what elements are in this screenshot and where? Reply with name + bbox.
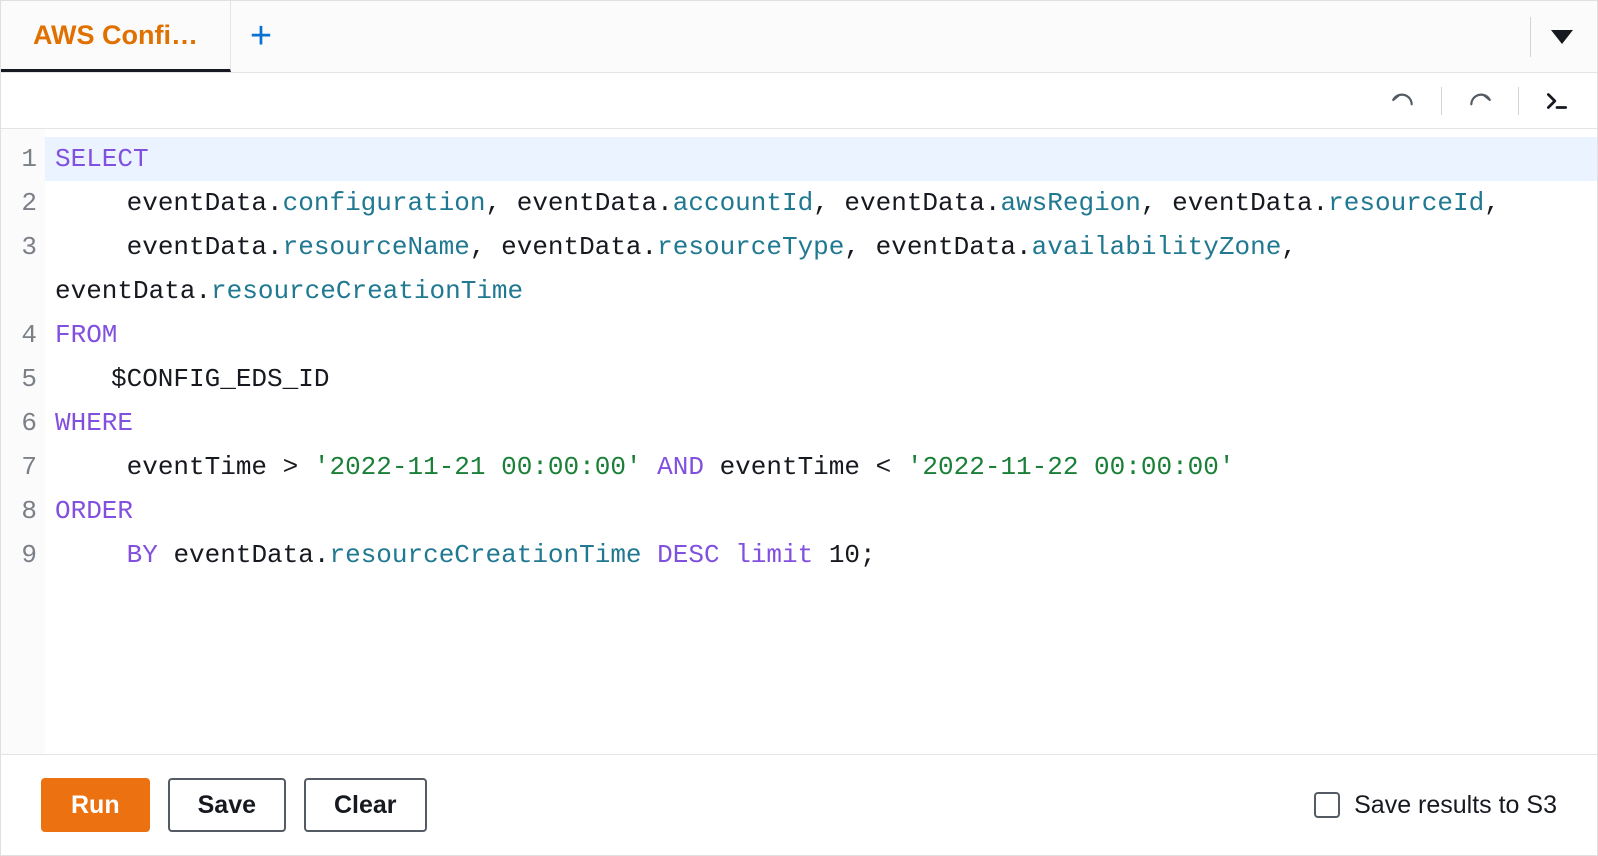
code-line: eventTime > '2022-11-21 00:00:00' AND ev… [55,445,1587,489]
line-number: 5 [1,357,45,401]
line-number: 7 [1,445,45,489]
save-button[interactable]: Save [168,778,286,832]
clear-button[interactable]: Clear [304,778,427,832]
tabs-dropdown-icon[interactable] [1551,30,1573,44]
line-number: 8 [1,489,45,533]
code-line: ORDER [55,489,1587,533]
sql-editor[interactable]: 1 2 3 4 5 6 7 8 9 SELECT eventData.confi… [1,129,1597,755]
separator [1441,87,1442,115]
code-line: BY eventData.resourceCreationTime DESC l… [55,533,1587,577]
code-line: SELECT [55,137,1587,181]
query-editor-app: AWS Confi… + 1 [0,0,1598,856]
save-to-s3-group: Save results to S3 [1314,791,1557,820]
save-to-s3-checkbox[interactable] [1314,792,1340,818]
tab-active[interactable]: AWS Confi… [1,1,231,72]
run-button[interactable]: Run [41,778,150,832]
code-line: eventData.configuration, eventData.accou… [55,181,1587,225]
code-area[interactable]: SELECT eventData.configuration, eventDat… [45,129,1597,754]
tab-bar: AWS Confi… + [1,1,1597,73]
line-number: 4 [1,313,45,357]
undo-icon [1390,88,1416,114]
code-line: WHERE [55,401,1587,445]
tabbar-right [1506,1,1597,72]
plus-icon: + [250,15,272,58]
editor-toolbar [1,73,1597,129]
redo-icon [1467,88,1493,114]
code-line: $CONFIG_EDS_ID [55,357,1587,401]
save-to-s3-label: Save results to S3 [1354,791,1557,820]
line-number: 1 [1,137,45,181]
format-button[interactable] [1543,87,1571,115]
line-number: 3 [1,225,45,269]
undo-button[interactable] [1389,87,1417,115]
action-bar: Run Save Clear Save results to S3 [1,755,1597,855]
line-number: 6 [1,401,45,445]
line-gutter: 1 2 3 4 5 6 7 8 9 [1,129,45,754]
add-tab-button[interactable]: + [231,1,291,72]
line-number: 2 [1,181,45,225]
redo-button[interactable] [1466,87,1494,115]
code-line: eventData.resourceName, eventData.resour… [55,225,1587,313]
format-icon [1544,88,1570,114]
line-number-wrap [1,269,45,313]
separator [1518,87,1519,115]
code-line: FROM [55,313,1587,357]
line-number: 9 [1,533,45,577]
separator [1530,17,1531,57]
